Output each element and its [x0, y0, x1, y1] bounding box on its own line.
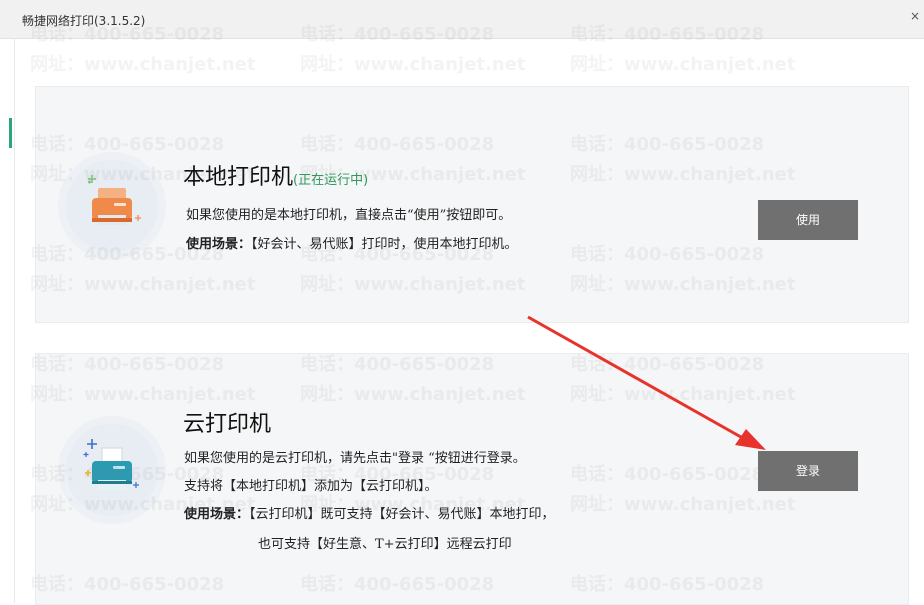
printer-icon — [88, 175, 141, 225]
local-printer-title: 本地打印机 — [183, 165, 294, 190]
local-printer-card: 本地打印机(正在运行中) 如果您使用的是本地打印机，直接点击“使用”按钮即可。 … — [35, 86, 909, 323]
cloud-printer-icon — [83, 439, 139, 490]
local-scene-text: 【好会计、易代账】打印时，使用本地打印机。 — [251, 237, 518, 252]
cloud-printer-card: 云打印机 如果您使用的是云打印机，请先点击"登录 “按钮进行登录。 支持将【本地… — [35, 353, 909, 605]
printer-icon-badge — [66, 160, 158, 252]
local-printer-heading: 本地打印机(正在运行中) — [183, 159, 368, 191]
use-button[interactable]: 使用 — [758, 200, 858, 240]
cloud-printer-scene: 使用场景：【云打印机】既可支持【好会计、易代账】本地打印， — [184, 503, 555, 522]
cloud-printer-support: 支持将【本地打印机】添加为【云打印机】。 — [184, 479, 438, 494]
cloud-printer-desc: 如果您使用的是云打印机，请先点击"登录 “按钮进行登录。 — [184, 451, 526, 466]
local-scene-label: 使用场景： — [186, 237, 252, 252]
cloud-printer-title: 云打印机 — [183, 412, 272, 437]
local-printer-scene: 使用场景：【好会计、易代账】打印时，使用本地打印机。 — [186, 233, 518, 252]
edge-marker — [9, 118, 12, 148]
cloud-printer-icon-badge — [66, 424, 158, 516]
login-button[interactable]: 登录 — [758, 451, 858, 491]
watermark-site: 网址：www.chanjet.net — [300, 54, 526, 75]
cloud-scene-text: 【云打印机】既可支持【好会计、易代账】本地打印， — [249, 507, 555, 522]
cloud-scene-label: 使用场景： — [184, 507, 250, 522]
local-printer-status: (正在运行中) — [293, 173, 369, 188]
local-printer-desc: 如果您使用的是本地打印机，直接点击“使用”按钮即可。 — [186, 208, 512, 223]
cloud-printer-remote: 也可支持【好生意、T+云打印】远程云打印 — [258, 537, 512, 552]
left-edge — [0, 38, 15, 603]
watermark-site: 网址：www.chanjet.net — [570, 54, 796, 75]
title-bar: 畅捷网络打印(3.1.5.2) × — [0, 0, 924, 39]
window-title: 畅捷网络打印(3.1.5.2) — [22, 14, 146, 28]
watermark-site: 网址：www.chanjet.net — [30, 54, 256, 75]
close-icon[interactable]: × — [910, 9, 920, 23]
